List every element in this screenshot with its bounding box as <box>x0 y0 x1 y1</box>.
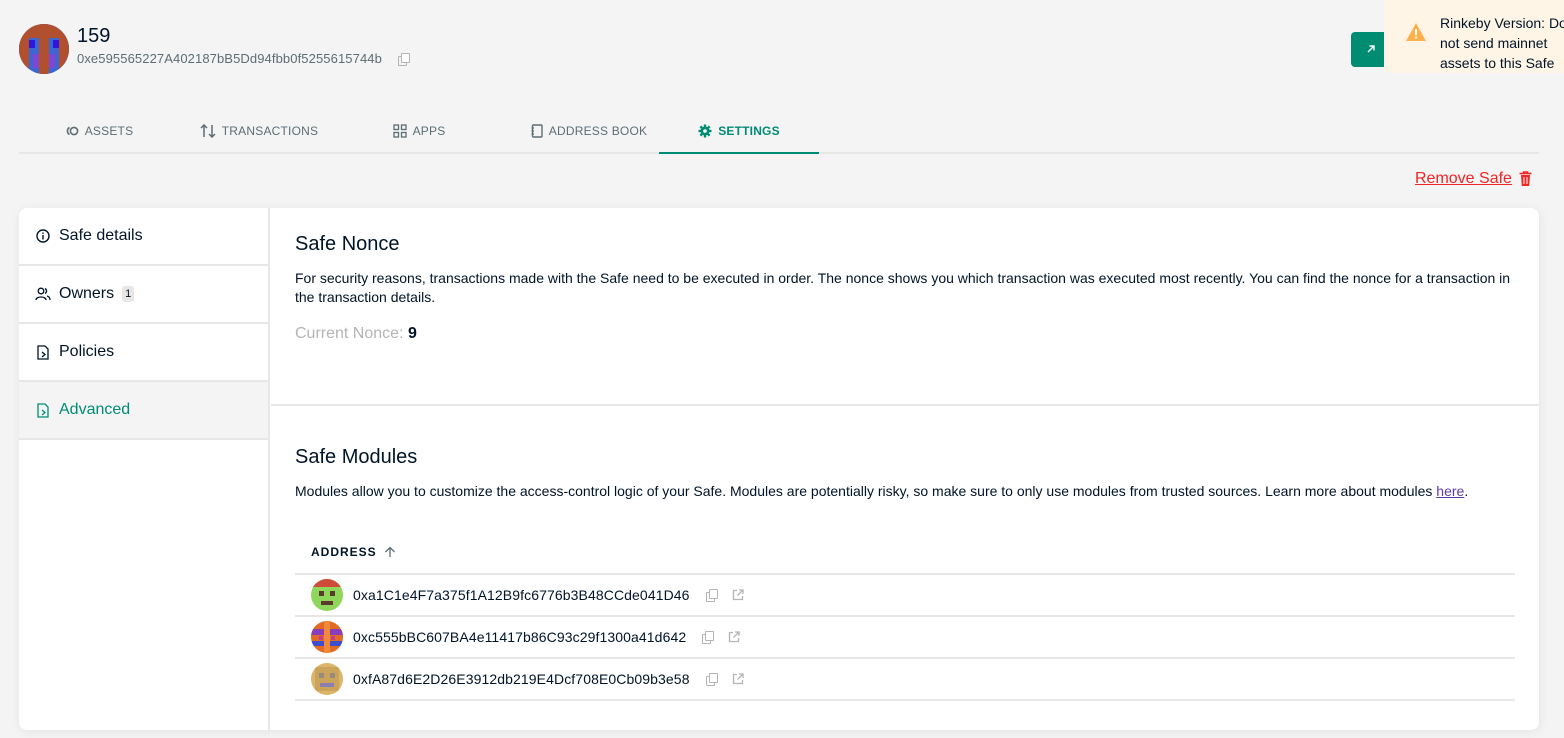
info-icon <box>35 228 51 244</box>
modules-table: ADDRESS 0xa1C1e4F7a375f1A12B9fc6776b3B48… <box>295 531 1515 701</box>
tab-label: ADDRESS BOOK <box>548 124 648 138</box>
menu-item-advanced[interactable]: Advanced <box>19 382 268 440</box>
current-nonce: Current Nonce: 9 <box>295 325 1515 343</box>
settings-icon <box>698 124 712 138</box>
table-row: 0xa1C1e4F7a375f1A12B9fc6776b3B48CCde041D… <box>295 575 1515 617</box>
copy-icon[interactable] <box>705 673 718 686</box>
tab-label: APPS <box>412 124 446 138</box>
trash-icon <box>1519 171 1532 187</box>
settings-menu: Safe details Owners 1 Policies Advanced <box>19 208 270 730</box>
menu-item-label: Owners <box>59 285 115 302</box>
tab-transactions[interactable]: TRANSACTIONS <box>179 110 339 152</box>
nonce-label: Current Nonce: <box>295 325 404 342</box>
module-address: 0xc555bBC607BA4e11417b86C93c29f1300a41d6… <box>353 629 687 645</box>
safe-name: 159 <box>77 25 111 47</box>
tab-apps[interactable]: APPS <box>339 110 499 152</box>
module-address: 0xfA87d6E2D26E3912db219E4Dcf708E0Cb09b3e… <box>353 671 690 687</box>
policies-icon <box>35 344 51 360</box>
owners-count-badge: 1 <box>122 286 135 302</box>
assets-icon <box>65 126 79 136</box>
table-header[interactable]: ADDRESS <box>295 531 1515 575</box>
menu-item-label: Policies <box>59 343 115 360</box>
network-warning-toast: Rinkeby Version: Do not send mainnet ass… <box>1384 0 1564 73</box>
section-description: Modules allow you to customize the acces… <box>295 482 1515 501</box>
tab-label: TRANSACTIONS <box>221 124 319 138</box>
tab-bar: ASSETS TRANSACTIONS APPS ADDRESS BOOK SE… <box>19 110 1539 154</box>
remove-safe-label: Remove Safe <box>1415 170 1512 187</box>
tab-label: SETTINGS <box>718 124 780 138</box>
section-description: For security reasons, transactions made … <box>295 270 1511 305</box>
safe-nonce-section: Safe Nonce For security reasons, transac… <box>271 208 1539 406</box>
address-book-icon <box>531 124 543 138</box>
table-row: 0xc555bBC607BA4e11417b86C93c29f1300a41d6… <box>295 617 1515 659</box>
arrow-up-right-icon <box>1365 42 1377 58</box>
warning-icon <box>1405 22 1427 42</box>
external-link-icon[interactable] <box>732 673 744 685</box>
tab-settings[interactable]: SETTINGS <box>659 110 819 154</box>
column-header-address: ADDRESS <box>311 545 377 559</box>
safe-avatar <box>19 24 69 74</box>
table-row: 0xfA87d6E2D26E3912db219E4Dcf708E0Cb09b3e… <box>295 659 1515 701</box>
remove-safe-button[interactable]: Remove Safe <box>1415 170 1532 188</box>
menu-item-policies[interactable]: Policies <box>19 324 268 382</box>
tab-label: ASSETS <box>84 124 134 138</box>
safe-modules-section: Safe Modules Modules allow you to custom… <box>271 406 1539 701</box>
apps-icon <box>392 124 407 138</box>
external-link-icon[interactable] <box>732 589 744 601</box>
menu-item-label: Safe details <box>59 227 143 244</box>
nonce-value: 9 <box>407 325 417 342</box>
module-avatar <box>311 579 343 611</box>
copy-icon[interactable] <box>705 589 718 602</box>
description-period: . <box>1464 483 1469 499</box>
tab-address-book[interactable]: ADDRESS BOOK <box>499 110 679 152</box>
menu-item-owners[interactable]: Owners 1 <box>19 266 268 324</box>
module-avatar <box>311 621 343 653</box>
modules-description-text: Modules allow you to customize the acces… <box>295 483 1437 499</box>
menu-item-safe-details[interactable]: Safe details <box>19 208 268 266</box>
safe-address: 0xe595565227A402187bB5Dd94fbb0f525561574… <box>77 51 382 66</box>
safe-header: 159 0xe595565227A402187bB5Dd94fbb0f52556… <box>19 24 410 74</box>
advanced-icon <box>35 402 51 418</box>
copy-icon[interactable] <box>397 52 410 66</box>
module-avatar <box>311 663 343 695</box>
owners-icon <box>35 286 51 302</box>
transactions-icon <box>200 124 216 138</box>
menu-item-label: Advanced <box>59 401 131 418</box>
copy-icon[interactable] <box>702 631 715 644</box>
toast-text: Rinkeby Version: Do not send mainnet ass… <box>1440 15 1564 71</box>
module-address: 0xa1C1e4F7a375f1A12B9fc6776b3B48CCde041D… <box>353 587 690 603</box>
tab-assets[interactable]: ASSETS <box>19 110 179 152</box>
section-title: Safe Nonce <box>295 233 400 255</box>
external-link-icon[interactable] <box>728 631 740 643</box>
settings-card: Safe details Owners 1 Policies Advanced … <box>19 208 1539 730</box>
settings-content: Safe Nonce For security reasons, transac… <box>271 208 1539 730</box>
learn-more-link[interactable]: here <box>1436 483 1464 499</box>
section-title: Safe Modules <box>295 446 418 468</box>
arrow-up-icon[interactable] <box>384 546 396 558</box>
